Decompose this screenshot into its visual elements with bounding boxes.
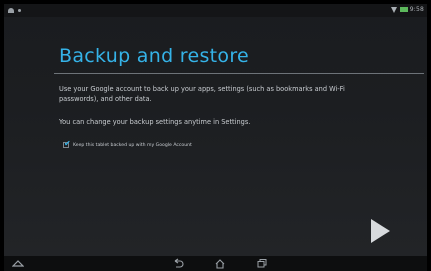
checkmark-icon: ✔ <box>64 139 71 148</box>
home-icon <box>215 259 225 269</box>
setup-screen: 9:58 Backup and restore Use your Google … <box>4 4 427 256</box>
device-frame: 9:58 Backup and restore Use your Google … <box>0 0 431 271</box>
status-bar: 9:58 <box>4 4 427 17</box>
backup-checkbox[interactable]: ✔ <box>63 139 71 148</box>
status-right: 9:58 <box>390 6 424 13</box>
backup-checkbox-label[interactable]: Keep this tablet backed up with my Googl… <box>73 143 192 148</box>
navigation-bar <box>4 256 427 271</box>
asus-hat-icon <box>12 260 24 267</box>
asus-hat-button[interactable] <box>12 258 24 269</box>
backup-note: You can change your backup settings anyt… <box>59 118 251 126</box>
status-left <box>8 6 21 13</box>
backup-description: Use your Google account to back up your … <box>59 85 345 103</box>
back-button[interactable] <box>172 258 184 269</box>
page-title: Backup and restore <box>59 45 250 67</box>
title-divider <box>54 73 424 74</box>
status-clock: 9:58 <box>409 6 424 13</box>
wifi-icon <box>390 6 398 13</box>
play-arrow-icon <box>371 219 390 243</box>
home-button[interactable] <box>214 258 226 269</box>
backup-checkbox-row[interactable]: ✔ Keep this tablet backed up with my Goo… <box>63 139 192 148</box>
battery-icon <box>399 7 408 12</box>
android-icon <box>8 8 14 13</box>
recents-icon <box>257 259 267 268</box>
notification-dot-icon <box>18 9 21 12</box>
next-button[interactable] <box>369 218 391 244</box>
back-icon <box>174 258 184 268</box>
recents-button[interactable] <box>256 258 268 269</box>
